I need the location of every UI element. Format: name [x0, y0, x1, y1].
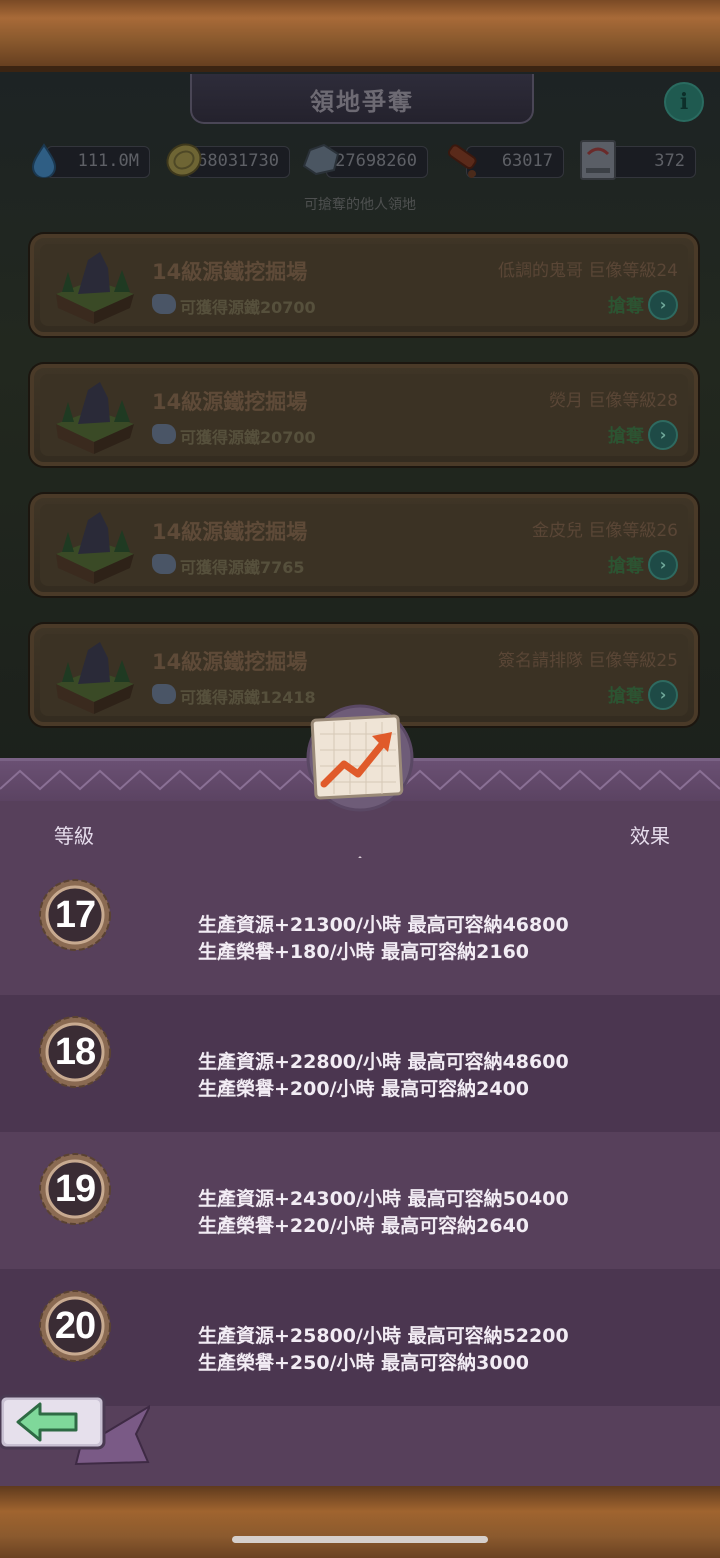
chevron-right-icon[interactable]: ›: [648, 420, 678, 450]
level-number: 20: [54, 1305, 96, 1347]
island-icon: [56, 252, 134, 324]
top-wood-frame: [0, 0, 720, 72]
plunder-button[interactable]: 搶奪: [608, 552, 644, 578]
island-icon: [56, 382, 134, 454]
territory-gain: 可獲得源鐵20700: [180, 298, 316, 317]
header-level: 等級: [54, 824, 94, 848]
level-row: 19 生產資源+24300/小時 最高可容納50400 生產榮譽+220/小時 …: [0, 1132, 720, 1269]
effect-resource: 生產資源+24300/小時 最高可容納50400: [198, 1188, 569, 1210]
territory-owner: 低調的鬼哥 巨像等級24: [497, 261, 678, 281]
plunder-button[interactable]: 搶奪: [608, 422, 644, 448]
territory-gain: 可獲得源鐵20700: [180, 428, 316, 447]
territory-card[interactable]: 14級源鐵挖掘場 可獲得源鐵20700 低調的鬼哥 巨像等級24 搶奪 ›: [30, 234, 698, 336]
page-title: 領地爭奪: [310, 88, 414, 116]
ticket-icon: [580, 140, 616, 180]
territory-gain: 可獲得源鐵7765: [180, 558, 305, 577]
level-number: 18: [54, 1031, 96, 1073]
back-button[interactable]: [0, 1392, 150, 1472]
territory-name: 14級源鐵挖掘場: [152, 650, 308, 674]
ore-icon: [152, 294, 176, 314]
level-number: 19: [54, 1168, 96, 1210]
ore-icon: [152, 424, 176, 444]
ore-icon: [152, 554, 176, 574]
ore-icon: [152, 684, 176, 704]
resource-coin-value: 68031730: [197, 151, 279, 171]
resource-ticket-value: 372: [654, 151, 685, 171]
bottom-wood-frame: [0, 1486, 720, 1558]
water-drop-icon: [31, 143, 57, 178]
level-row: 18 生產資源+22800/小時 最高可容納48600 生產榮譽+200/小時 …: [0, 995, 720, 1132]
effect-resource: 生產資源+21300/小時 最高可容納46800: [198, 914, 569, 936]
resource-scroll-value: 63017: [501, 151, 553, 171]
info-icon[interactable]: i: [664, 82, 704, 122]
effect-resource: 生產資源+22800/小時 最高可容納48600: [198, 1051, 569, 1073]
coin-icon: [166, 143, 202, 177]
level-row: 20 生產資源+25800/小時 最高可容納52200 生產榮譽+250/小時 …: [0, 1269, 720, 1406]
island-icon: [56, 642, 134, 714]
territory-gain: 可獲得源鐵12418: [180, 688, 316, 707]
resource-water-value: 111.0M: [77, 151, 139, 171]
subtitle: 可搶奪的他人領地: [304, 197, 416, 213]
plunder-button[interactable]: 搶奪: [608, 682, 644, 708]
territory-name: 14級源鐵挖掘場: [152, 260, 308, 284]
ore-icon: [302, 143, 340, 176]
plunder-button[interactable]: 搶奪: [608, 292, 644, 318]
level-number: 17: [54, 894, 96, 936]
effect-honor: 生產榮譽+200/小時 最高可容納2400: [198, 1078, 530, 1100]
growth-chart-icon: [306, 704, 414, 812]
island-icon: [56, 512, 134, 584]
header-effect: 效果: [630, 824, 670, 848]
upgrade-panel: 等級 效果 17 生產資源+21300/小時 最高可容納46800 生產榮譽+1…: [0, 758, 720, 1486]
effect-honor: 生產榮譽+180/小時 最高可容納2160: [198, 941, 530, 963]
title-banner: 領地爭奪: [190, 74, 534, 124]
chevron-right-icon[interactable]: ›: [648, 680, 678, 710]
scroll-icon: [447, 144, 477, 178]
territory-card[interactable]: 14級源鐵挖掘場 可獲得源鐵7765 金皮兒 巨像等級26 搶奪 ›: [30, 494, 698, 596]
territory-card[interactable]: 14級源鐵挖掘場 可獲得源鐵20700 熒月 巨像等級28 搶奪 ›: [30, 364, 698, 466]
effect-honor: 生產榮譽+250/小時 最高可容納3000: [198, 1352, 530, 1374]
level-row: 17 生產資源+21300/小時 最高可容納46800 生產榮譽+180/小時 …: [0, 858, 720, 995]
effect-honor: 生產榮譽+220/小時 最高可容納2640: [198, 1215, 530, 1237]
territory-name: 14級源鐵挖掘場: [152, 520, 308, 544]
chevron-right-icon[interactable]: ›: [648, 290, 678, 320]
chevron-right-icon[interactable]: ›: [648, 550, 678, 580]
resource-ore-value: 27698260: [335, 151, 417, 171]
territory-name: 14級源鐵挖掘場: [152, 390, 308, 414]
territory-owner: 熒月 巨像等級28: [548, 391, 678, 411]
effect-resource: 生產資源+25800/小時 最高可容納52200: [198, 1325, 569, 1347]
territory-owner: 簽名請排隊 巨像等級25: [497, 651, 678, 671]
territory-owner: 金皮兒 巨像等級26: [531, 521, 678, 541]
home-indicator[interactable]: [232, 1536, 488, 1543]
